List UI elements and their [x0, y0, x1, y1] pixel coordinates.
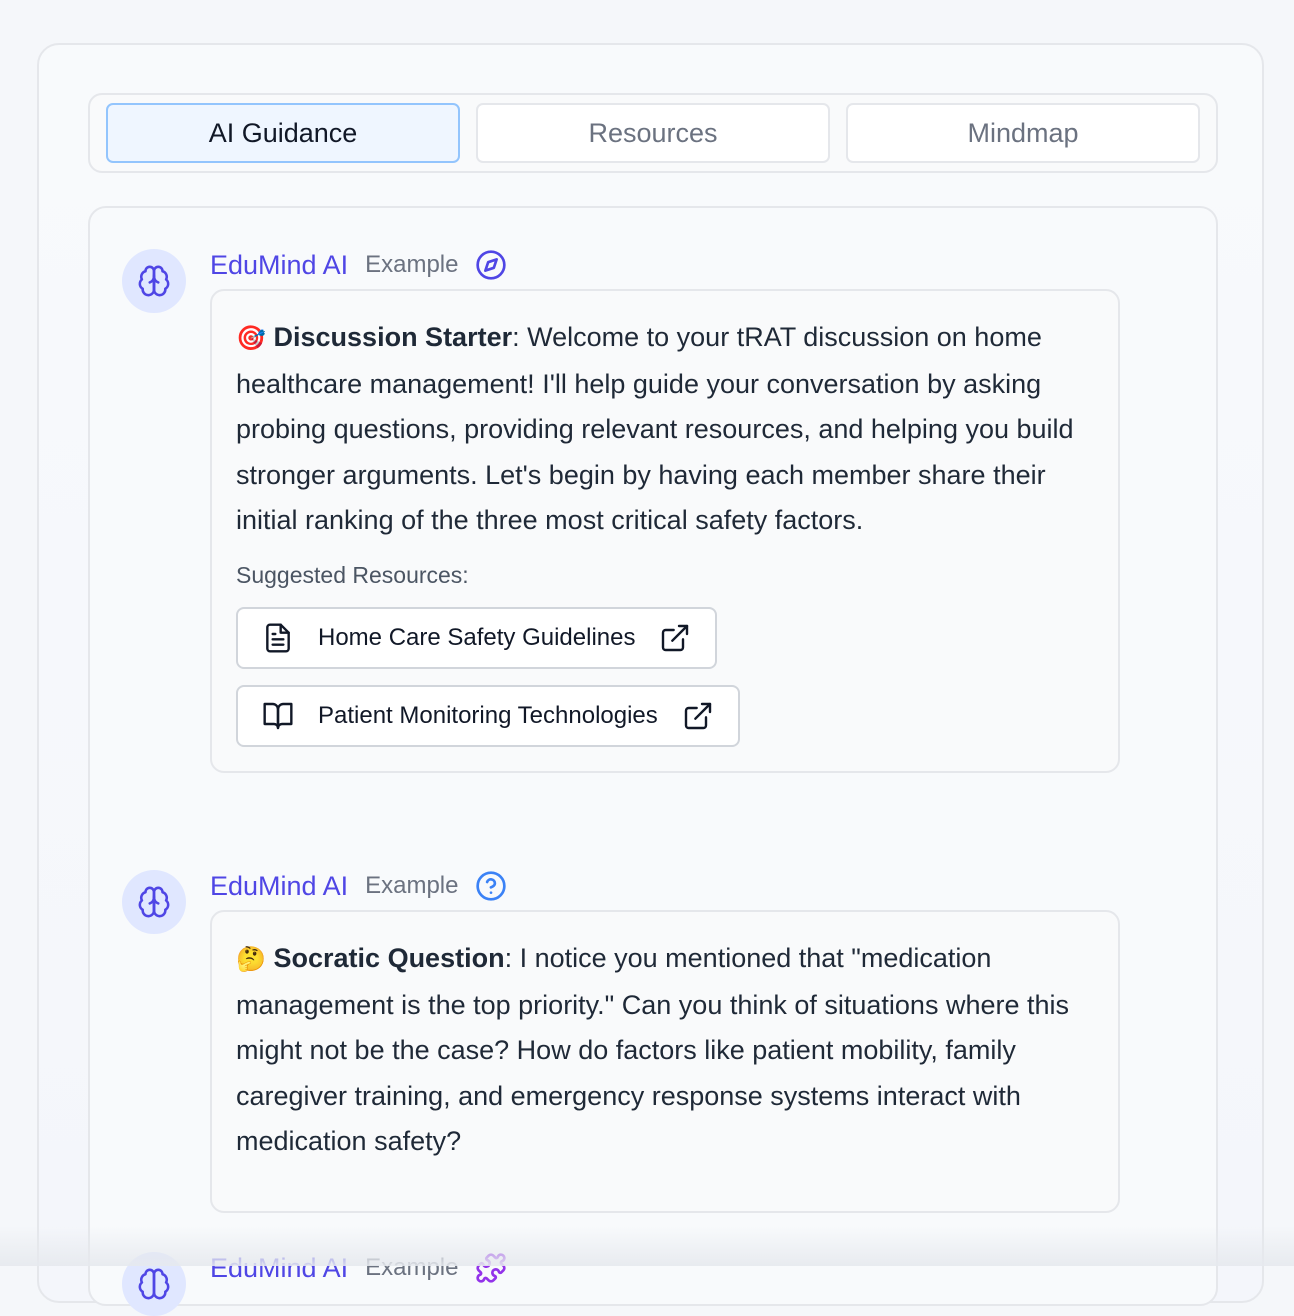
example-tag: Example [365, 872, 459, 899]
resource-label: Patient Monitoring Technologies [318, 701, 658, 729]
document-icon [262, 622, 294, 654]
message-heading: Socratic Question [273, 943, 505, 973]
target-emoji: 🎯 [236, 325, 266, 352]
external-link-icon [682, 700, 714, 732]
message-bubble: 🎯 Discussion Starter: Welcome to your tR… [210, 289, 1120, 773]
example-tag: Example [365, 1254, 459, 1281]
sender-name: EduMind AI [210, 249, 349, 280]
sender-name: EduMind AI [210, 1252, 349, 1283]
external-link-icon [659, 622, 691, 654]
brain-icon [137, 885, 171, 919]
brain-icon [137, 1267, 171, 1301]
resource-link-home-care[interactable]: Home Care Safety Guidelines [236, 606, 718, 669]
avatar [122, 249, 186, 313]
suggested-resources-label: Suggested Resources: [236, 561, 469, 588]
message-heading: Discussion Starter [273, 322, 513, 352]
example-tag: Example [365, 251, 459, 278]
message-header: EduMind AI Example [210, 1248, 507, 1288]
puzzle-icon [475, 1252, 507, 1284]
message-header: EduMind AI Example [210, 245, 507, 285]
sender-name: EduMind AI [210, 870, 349, 901]
tab-mindmap[interactable]: Mindmap [846, 103, 1200, 163]
message-body: : Welcome to your tRAT discussion on hom… [236, 322, 1074, 535]
message-bubble: 🤔 Socratic Question: I notice you mentio… [210, 910, 1120, 1213]
compass-icon [475, 249, 507, 281]
message-text: 🤔 Socratic Question: I notice you mentio… [236, 936, 1094, 1165]
message-header: EduMind AI Example [210, 866, 507, 906]
tab-ai-guidance[interactable]: AI Guidance [106, 103, 460, 163]
avatar [122, 1252, 186, 1316]
thinking-emoji: 🤔 [236, 946, 266, 973]
book-icon [262, 700, 294, 732]
avatar [122, 870, 186, 934]
tab-resources[interactable]: Resources [476, 103, 830, 163]
brain-icon [137, 264, 171, 298]
chat-panel: EduMind AI Example 🎯 Discussion Starter:… [88, 206, 1218, 1316]
resource-label: Home Care Safety Guidelines [318, 623, 636, 651]
message-text: 🎯 Discussion Starter: Welcome to your tR… [236, 315, 1094, 544]
tab-bar: AI Guidance Resources Mindmap [88, 93, 1218, 173]
resource-link-patient-monitoring[interactable]: Patient Monitoring Technologies [236, 684, 740, 747]
message-body: : I notice you mentioned that "medicatio… [236, 943, 1070, 1156]
ai-guidance-panel: AI Guidance Resources Mindmap EduMind AI… [37, 43, 1264, 1316]
question-circle-icon [475, 870, 507, 902]
